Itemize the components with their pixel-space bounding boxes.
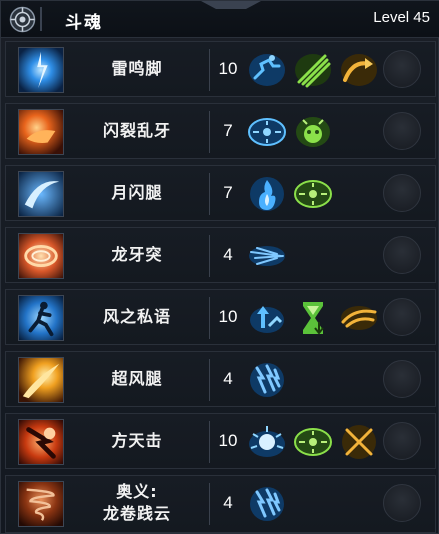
flash-fang-skill-icon[interactable] xyxy=(18,109,64,155)
skill-name: 雷鸣脚 xyxy=(111,59,163,78)
arrow-curve-icon[interactable] xyxy=(339,50,379,90)
skill-level: 10 xyxy=(218,307,238,326)
row-divider xyxy=(209,173,210,215)
skill-slot[interactable] xyxy=(383,236,421,274)
skill-slot[interactable] xyxy=(383,112,421,150)
skill-list: 雷鸣脚 10 闪裂乱牙 7 月闪腿 7 龙牙突 4 风之私语 10 超风腿 4 … xyxy=(5,41,436,533)
skill-effects xyxy=(247,422,379,462)
super-wind-kick-skill-icon[interactable] xyxy=(18,357,64,403)
skill-slot[interactable] xyxy=(383,50,421,88)
skill-row[interactable]: 奥义: 龙卷践云 4 xyxy=(5,475,436,533)
row-divider xyxy=(209,359,210,401)
skill-row[interactable]: 龙牙突 4 xyxy=(5,227,436,283)
row-divider xyxy=(209,49,210,91)
dragon-fang-skill-icon[interactable] xyxy=(18,233,64,279)
skill-name: 闪裂乱牙 xyxy=(102,121,171,140)
class-title: 斗魂 xyxy=(65,13,103,33)
skill-slot[interactable] xyxy=(383,422,421,460)
skill-effects xyxy=(247,112,333,152)
skill-level: 4 xyxy=(223,369,233,388)
skill-effects xyxy=(247,174,333,214)
skill-row[interactable]: 风之私语 10 xyxy=(5,289,436,345)
skill-slot[interactable] xyxy=(383,484,421,522)
crosshair-icon[interactable] xyxy=(293,422,333,462)
thunder-kick-skill-icon[interactable] xyxy=(18,47,64,93)
skill-slot[interactable] xyxy=(383,298,421,336)
stun-face-icon[interactable] xyxy=(293,112,333,152)
skill-row[interactable]: 超风腿 4 xyxy=(5,351,436,407)
crosshair-icon[interactable] xyxy=(293,174,333,214)
lightning-icon[interactable] xyxy=(247,360,287,400)
claw-slash-icon[interactable] xyxy=(293,50,333,90)
skill-level: 7 xyxy=(223,121,233,140)
skill-row[interactable]: 方天击 10 xyxy=(5,413,436,469)
class-emblem-icon[interactable] xyxy=(9,6,36,33)
heaven-strike-skill-icon[interactable] xyxy=(18,419,64,465)
wind-whisper-skill-icon[interactable] xyxy=(18,295,64,341)
row-divider xyxy=(209,235,210,277)
skill-name: 奥义: 龙卷践云 xyxy=(102,482,171,523)
skill-level: 10 xyxy=(218,431,238,450)
flame-icon[interactable] xyxy=(247,174,287,214)
dash-icon[interactable] xyxy=(247,236,287,276)
skill-name: 超风腿 xyxy=(111,369,163,388)
lightning-icon[interactable] xyxy=(247,484,287,524)
skill-level: 7 xyxy=(223,183,233,202)
skill-level: 4 xyxy=(223,493,233,512)
cross-slash-icon[interactable] xyxy=(339,422,379,462)
header-notch xyxy=(201,1,261,9)
skill-row[interactable]: 雷鸣脚 10 xyxy=(5,41,436,97)
skill-row[interactable]: 闪裂乱牙 7 xyxy=(5,103,436,159)
skill-slot[interactable] xyxy=(383,174,421,212)
skill-effects xyxy=(247,484,287,524)
stat-up-icon[interactable] xyxy=(247,298,287,338)
header-ornament-icon xyxy=(40,7,42,31)
skill-name: 方天击 xyxy=(111,431,163,450)
row-divider xyxy=(209,111,210,153)
skill-level: 10 xyxy=(218,59,238,78)
moon-flash-skill-icon[interactable] xyxy=(18,171,64,217)
character-level: Level 45 xyxy=(373,9,430,26)
skill-row[interactable]: 月闪腿 7 xyxy=(5,165,436,221)
skill-slot[interactable] xyxy=(383,360,421,398)
skill-effects xyxy=(247,298,379,338)
skill-level: 4 xyxy=(223,245,233,264)
sprint-icon[interactable] xyxy=(247,50,287,90)
skill-panel: 斗魂 Level 45 雷鸣脚 10 闪裂乱牙 7 月闪腿 7 龙牙突 4 风之… xyxy=(0,0,439,534)
wind-gust-icon[interactable] xyxy=(339,298,379,338)
row-divider xyxy=(209,421,210,463)
knockdown-icon[interactable] xyxy=(247,112,287,152)
impact-burst-icon[interactable] xyxy=(247,422,287,462)
hourglass-down-icon[interactable] xyxy=(293,298,333,338)
skill-name: 风之私语 xyxy=(102,307,171,326)
skill-effects xyxy=(247,50,379,90)
skill-name: 龙牙突 xyxy=(111,245,163,264)
skill-effects xyxy=(247,360,287,400)
row-divider xyxy=(209,483,210,525)
row-divider xyxy=(209,297,210,339)
panel-header: 斗魂 Level 45 xyxy=(1,1,439,38)
skill-name: 月闪腿 xyxy=(111,183,163,202)
tornado-ultimate-skill-icon[interactable] xyxy=(18,481,64,527)
skill-effects xyxy=(247,236,287,276)
